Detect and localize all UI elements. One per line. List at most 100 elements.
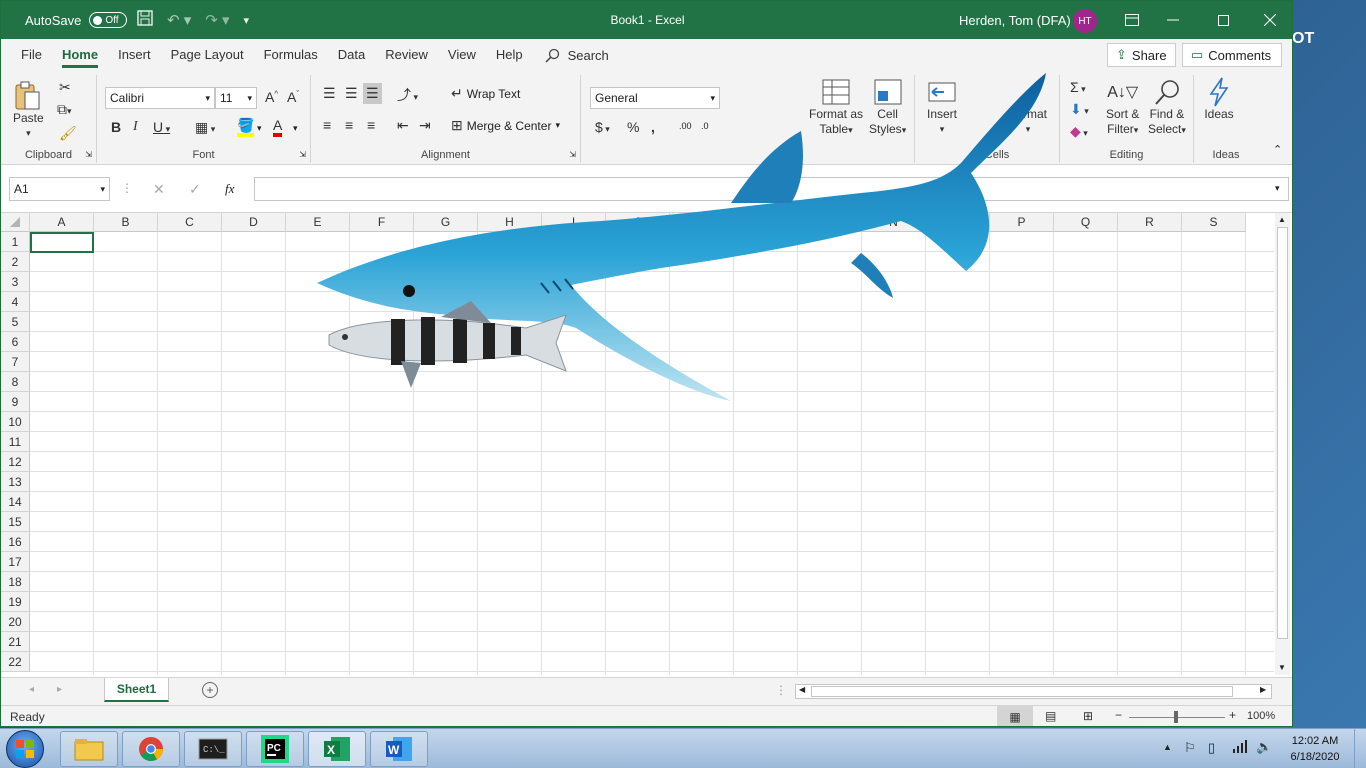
show-desktop-button[interactable] <box>1354 729 1366 768</box>
row-header[interactable]: 5 <box>1 312 30 332</box>
scroll-right-icon[interactable]: ▶ <box>1260 685 1266 694</box>
row-header[interactable]: 1 <box>1 232 30 252</box>
column-header[interactable]: S <box>1182 213 1246 232</box>
ideas-button[interactable]: Ideas <box>1204 77 1234 122</box>
taskbar-pycharm[interactable]: PC <box>246 731 304 767</box>
taskbar-terminal[interactable]: C:\_ <box>184 731 242 767</box>
clear-icon[interactable]: ◆ ▾ <box>1070 123 1088 140</box>
name-box[interactable]: A1 ▾ <box>9 177 110 201</box>
underline-icon[interactable]: U ▾ <box>153 119 170 135</box>
close-icon[interactable] <box>1264 1 1276 39</box>
column-header[interactable]: D <box>222 213 286 232</box>
row-header[interactable]: 8 <box>1 372 30 392</box>
start-button[interactable] <box>6 730 44 768</box>
find-select-button[interactable]: Find & Select▾ <box>1148 77 1186 138</box>
chevron-down-icon[interactable]: ▾ <box>257 123 262 134</box>
font-size-select[interactable]: 11 ▾ <box>215 87 257 109</box>
row-header[interactable]: 16 <box>1 532 30 552</box>
row-header[interactable]: 17 <box>1 552 30 572</box>
clock[interactable]: 12:02 AM 6/18/2020 <box>1280 733 1350 765</box>
decrease-font-size-icon[interactable]: Aˇ <box>287 89 299 105</box>
row-header[interactable]: 4 <box>1 292 30 312</box>
column-header[interactable]: A <box>30 213 94 232</box>
scroll-left-icon[interactable]: ◀ <box>799 685 805 694</box>
chevron-down-icon[interactable]: ▾ <box>293 123 298 134</box>
copy-icon[interactable]: ⧉▾ <box>57 101 72 118</box>
vertical-scroll-thumb[interactable] <box>1277 227 1288 639</box>
device-icon[interactable]: ▯ <box>1208 740 1215 756</box>
row-header[interactable]: 21 <box>1 632 30 652</box>
customize-toolbar-icon[interactable]: ▾ <box>244 14 250 27</box>
row-header[interactable]: 14 <box>1 492 30 512</box>
font-color-icon[interactable]: A <box>273 117 283 137</box>
row-header[interactable]: 13 <box>1 472 30 492</box>
paste-dropdown-icon[interactable]: ▾ <box>26 126 31 141</box>
comments-button[interactable]: ▭ Comments <box>1182 43 1282 67</box>
new-sheet-icon[interactable]: + <box>202 682 218 698</box>
cancel-entry-icon[interactable]: ✕ <box>153 181 165 198</box>
page-break-view-icon[interactable]: ⊞ <box>1083 709 1093 723</box>
row-header[interactable]: 9 <box>1 392 30 412</box>
save-icon[interactable] <box>137 10 153 30</box>
horizontal-scroll-thumb[interactable] <box>811 686 1233 697</box>
row-header[interactable]: 3 <box>1 272 30 292</box>
row-header[interactable]: 2 <box>1 252 30 272</box>
avatar[interactable]: HT <box>1073 9 1097 33</box>
column-header[interactable]: B <box>94 213 158 232</box>
clipboard-launcher-icon[interactable]: ⇲ <box>85 150 92 159</box>
undo-icon[interactable]: ↶ ▾ <box>167 11 191 29</box>
sort-filter-button[interactable]: A↓▽ Sort & Filter▾ <box>1106 77 1139 138</box>
action-center-flag-icon[interactable]: ⚐ <box>1184 740 1196 756</box>
format-painter-icon[interactable]: 🖌 <box>59 125 77 142</box>
vertical-scrollbar[interactable]: ▲ ▼ <box>1275 213 1290 675</box>
font-family-select[interactable]: Calibri ▾ <box>105 87 215 109</box>
autosum-icon[interactable]: Σ ▾ <box>1070 79 1086 95</box>
share-button[interactable]: ⇪ Share <box>1107 43 1176 67</box>
tab-page-layout[interactable]: Page Layout <box>161 39 254 71</box>
autosave-control[interactable]: AutoSave Off <box>25 1 128 39</box>
fill-color-icon[interactable]: 🪣 <box>237 117 255 137</box>
scroll-tabs-left-icon[interactable]: ◂ <box>29 684 34 695</box>
maximize-icon[interactable] <box>1218 1 1229 39</box>
scroll-down-icon[interactable]: ▼ <box>1278 663 1286 672</box>
worksheet-grid[interactable]: ABCDEFGHIJKLMNOPQRS 12345678910111213141… <box>1 73 1292 675</box>
scroll-up-icon[interactable]: ▲ <box>1278 215 1286 224</box>
confirm-entry-icon[interactable]: ✓ <box>189 181 201 198</box>
volume-icon[interactable]: 🔈 <box>1256 739 1272 755</box>
tab-insert[interactable]: Insert <box>108 39 161 71</box>
expand-formula-bar-icon[interactable]: ▾ <box>1275 183 1280 194</box>
row-header[interactable]: 6 <box>1 332 30 352</box>
minimize-icon[interactable] <box>1167 1 1179 39</box>
normal-view-icon[interactable]: ▦ <box>997 706 1033 726</box>
taskbar-excel[interactable]: X <box>308 731 366 767</box>
redo-icon[interactable]: ↷ ▾ <box>205 11 229 29</box>
collapse-ribbon-icon[interactable]: ⌃ <box>1273 143 1282 156</box>
ribbon-display-options-icon[interactable] <box>1125 1 1139 39</box>
taskbar-chrome[interactable] <box>122 731 180 767</box>
borders-icon[interactable]: ▦ ▾ <box>195 119 215 136</box>
zoom-out-icon[interactable]: − <box>1115 708 1122 722</box>
cut-icon[interactable]: ✂ <box>59 79 71 96</box>
row-header[interactable]: 15 <box>1 512 30 532</box>
row-header[interactable]: 22 <box>1 652 30 672</box>
select-all-corner[interactable] <box>1 213 30 232</box>
row-header[interactable]: 11 <box>1 432 30 452</box>
row-header[interactable]: 7 <box>1 352 30 372</box>
zoom-in-icon[interactable]: + <box>1229 708 1236 722</box>
paste-button[interactable]: Paste ▾ <box>13 81 44 141</box>
row-header[interactable]: 10 <box>1 412 30 432</box>
zoom-level[interactable]: 100% <box>1247 710 1275 722</box>
autosave-toggle[interactable]: Off <box>89 12 128 28</box>
sheet-tab-active[interactable]: Sheet1 <box>104 678 169 702</box>
scroll-tabs-right-icon[interactable]: ▸ <box>57 684 62 695</box>
row-header[interactable]: 18 <box>1 572 30 592</box>
italic-icon[interactable]: I <box>133 119 138 135</box>
zoom-slider-thumb[interactable] <box>1174 711 1178 723</box>
pilot-fish-image[interactable] <box>321 293 571 393</box>
column-header[interactable]: C <box>158 213 222 232</box>
row-header[interactable]: 19 <box>1 592 30 612</box>
row-header[interactable]: 20 <box>1 612 30 632</box>
tab-splitter-icon[interactable]: ⋮ <box>775 683 787 697</box>
tab-file[interactable]: File <box>11 39 52 71</box>
row-header[interactable]: 12 <box>1 452 30 472</box>
